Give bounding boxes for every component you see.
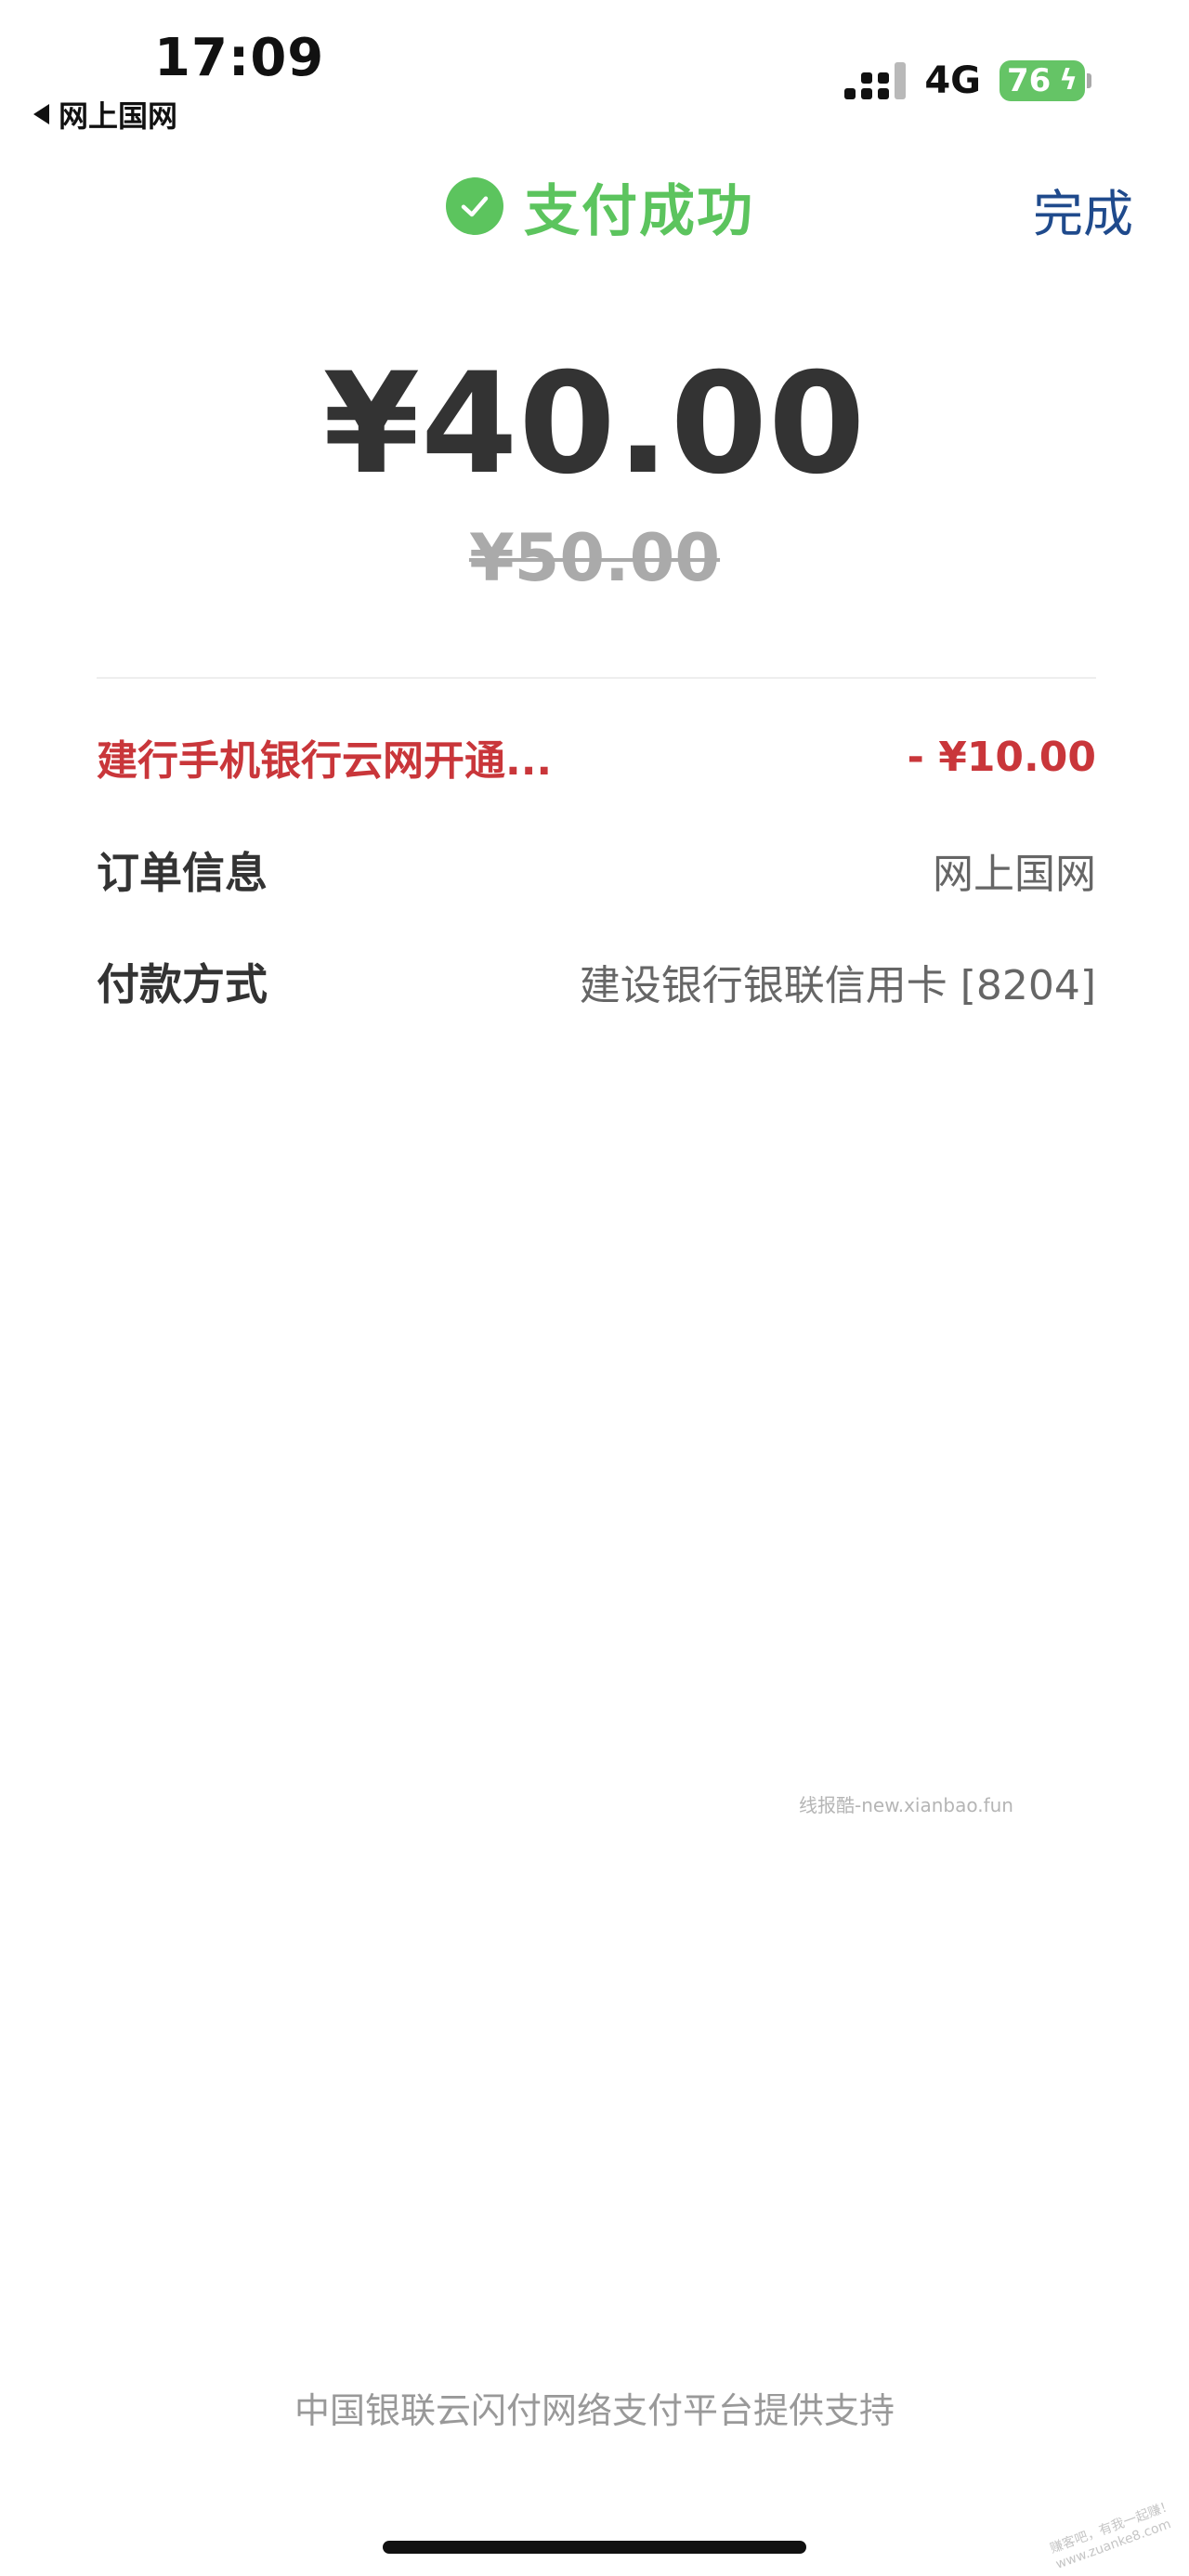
payment-method-row: 付款方式 建设银行银联信用卡 [8204]	[97, 949, 1096, 1014]
result-header: 支付成功	[446, 169, 754, 244]
done-button[interactable]: 完成	[1033, 173, 1133, 246]
payment-result-screen: 17:09 网上国网 4G 76 ϟ 支付成功 完成 ¥40.00 ¥50.00…	[0, 0, 1189, 2576]
result-title: 支付成功	[524, 178, 754, 244]
back-app-label: 网上国网	[59, 98, 178, 134]
promo-discount: - ¥10.00	[907, 733, 1096, 781]
divider	[97, 677, 1096, 679]
back-to-app-button[interactable]: 网上国网	[33, 93, 177, 136]
payment-method-value: 建设银行银联信用卡 [8204]	[579, 962, 1096, 1009]
status-indicators: 4G 76 ϟ	[844, 58, 1091, 104]
paid-amount: ¥40.00	[322, 344, 867, 505]
home-indicator[interactable]	[383, 2541, 806, 2554]
status-time: 17:09	[154, 28, 325, 88]
success-check-icon	[446, 177, 503, 235]
promo-row: 建行手机银行云网开通... - ¥10.00	[97, 724, 1096, 789]
back-triangle-icon	[33, 104, 49, 124]
payment-method-label: 付款方式	[97, 959, 268, 1009]
battery-icon: 76 ϟ	[1000, 60, 1091, 101]
watermark: 线报酷-new.xianbao.fun	[799, 1794, 1013, 1816]
network-type: 4G	[924, 59, 981, 102]
order-info-label: 订单信息	[97, 848, 268, 898]
original-amount: ¥50.00	[468, 520, 721, 596]
corner-watermark: 赚客吧，有我一起赚！www.zuanke8.com	[1048, 2498, 1176, 2572]
charging-bolt-icon: ϟ	[1059, 64, 1078, 97]
footer-note: 中国银联云闪付网络支付平台提供支持	[294, 2390, 895, 2431]
promo-label: 建行手机银行云网开通...	[97, 737, 553, 785]
battery-level: 76	[1007, 62, 1052, 99]
order-info-value: 网上国网	[933, 851, 1096, 898]
order-info-row: 订单信息 网上国网	[97, 838, 1096, 903]
cellular-signal-icon	[844, 62, 907, 99]
